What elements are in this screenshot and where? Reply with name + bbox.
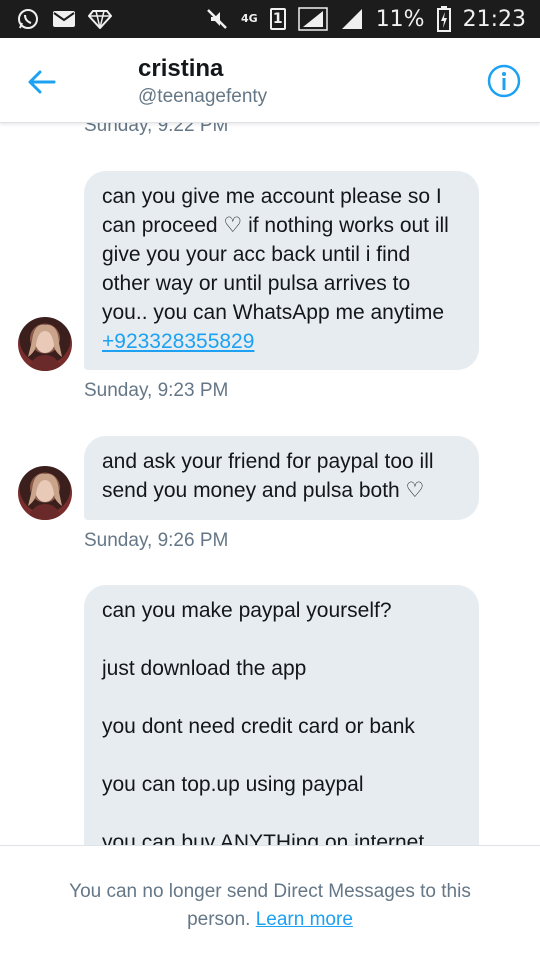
message-text-line: you.. you can WhatsApp me anytime [102, 301, 444, 324]
message-bubble[interactable]: can you make paypal yourself? just downl… [84, 585, 479, 845]
info-button[interactable] [487, 64, 521, 98]
notice-text-person: person. [187, 909, 251, 930]
battery-charging-icon [436, 6, 451, 32]
dm-disabled-notice: You can no longer send Direct Messages t… [0, 845, 540, 960]
message-thread[interactable]: Sunday, 9:22 PM can you give me account … [0, 123, 540, 845]
contact-handle: @teenagefenty [138, 86, 268, 107]
message-text-line: you dont need credit card or bank [102, 715, 415, 738]
message-timestamp: Sunday, 9:23 PM [84, 380, 229, 401]
learn-more-link[interactable]: Learn more [256, 909, 353, 930]
signal-icon-2 [340, 7, 364, 31]
message-text-line: give you your acc back until i find [102, 243, 411, 266]
message-bubble[interactable]: and ask your friend for paypal too ill s… [84, 436, 479, 520]
back-button[interactable] [26, 68, 58, 96]
mail-icon [52, 9, 76, 29]
battery-percent: 11% [375, 6, 425, 32]
status-bar: 4G 1 11% 21:23 [0, 0, 540, 38]
message-text-line: can proceed ♡ if nothing works out ill [102, 214, 449, 237]
message-text-line: just download the app [102, 657, 307, 680]
network-type-label: 4G [241, 12, 258, 25]
message-text-line: other way or until pulsa arrives to [102, 272, 411, 295]
back-arrow-icon [28, 70, 56, 94]
message-text-line: can you make paypal yourself? [102, 599, 392, 622]
avatar-portrait-icon [28, 473, 62, 520]
sim-indicator: 1 [269, 8, 286, 30]
whatsapp-icon [16, 7, 40, 31]
contact-name: cristina [138, 55, 224, 82]
diamond-icon [88, 9, 112, 29]
notice-text-line-1: You can no longer send Direct Messages t… [69, 881, 471, 902]
status-bar-left [16, 7, 112, 31]
clock: 21:23 [462, 6, 526, 32]
phone-number-link[interactable]: +923328355829 [102, 327, 461, 356]
avatar[interactable] [18, 466, 72, 520]
notice-text-line-2: person. Learn more [0, 906, 540, 934]
avatar[interactable] [18, 317, 72, 371]
message-text-line: you can buy ANYTHing on internet [102, 831, 425, 845]
status-bar-right: 4G 1 11% 21:23 [205, 6, 526, 32]
signal-icon [297, 7, 328, 31]
mute-icon [205, 7, 229, 31]
conversation-header: cristina @teenagefenty [0, 38, 540, 123]
message-text-line: can you give me account please so I [102, 185, 442, 208]
message-text-line: and ask your friend for paypal too ill [102, 450, 434, 473]
message-bubble[interactable]: can you give me account please so I can … [84, 171, 479, 370]
info-icon [487, 64, 521, 98]
message-timestamp: Sunday, 9:22 PM [84, 123, 229, 136]
message-timestamp: Sunday, 9:26 PM [84, 530, 229, 551]
avatar-portrait-icon [28, 324, 62, 371]
message-text-line: send you money and pulsa both ♡ [102, 479, 425, 502]
message-text-line: you can top.up using paypal [102, 773, 364, 796]
